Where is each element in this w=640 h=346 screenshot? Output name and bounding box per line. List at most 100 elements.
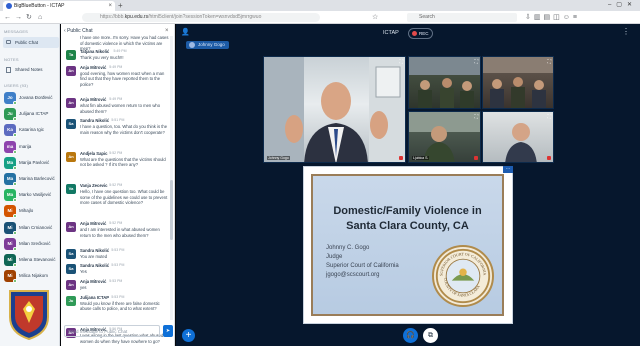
browser-tab[interactable]: BigBlueButton - ICTAP × <box>3 1 115 11</box>
user-list-item[interactable]: Mi Milan Srećković <box>3 237 59 251</box>
user-list-toggle-icon[interactable]: 👤 <box>181 29 190 37</box>
online-status-icon <box>13 101 17 105</box>
fullscreen-icon[interactable]: ⛶ <box>474 59 478 65</box>
fullscreen-icon[interactable]: ⛶ <box>547 59 551 65</box>
public-chat-item[interactable]: Public Chat <box>3 37 59 48</box>
user-list-item[interactable]: Ju Julijana ICTAP <box>3 107 59 122</box>
message-sender: Sandra Nikolić <box>80 118 110 124</box>
university-logo <box>9 290 49 341</box>
shared-notes-item[interactable]: Shared Notes <box>3 65 59 75</box>
user-list-item[interactable]: Mi Mihajlo <box>3 204 59 219</box>
message-avatar: An <box>66 151 76 162</box>
online-status-icon <box>13 230 17 235</box>
fullscreen-icon[interactable]: ⛶ <box>547 114 551 120</box>
notes-header: NOTES <box>4 57 19 62</box>
shared-notes-label: Shared Notes <box>15 67 43 72</box>
message-sender: Anja Mitrović <box>80 64 107 70</box>
message-avatar: An <box>66 65 76 76</box>
message-avatar: Va <box>66 184 76 194</box>
screen-share-button[interactable]: ⧉ <box>423 328 438 343</box>
send-message-button[interactable]: ➤ <box>163 325 173 337</box>
user-list-item[interactable]: Mi Milica Nijakom <box>3 269 59 284</box>
message-time: 5:49 PM <box>109 97 123 101</box>
message-time: 5:52 PM <box>109 150 123 155</box>
user-avatar: Ma <box>4 156 17 170</box>
reload-icon[interactable]: ↻ <box>26 11 32 24</box>
chat-close-icon[interactable]: × <box>165 27 169 35</box>
message-text: You are muted <box>80 253 108 259</box>
message-text: Hello, I have one question too. What cou… <box>80 189 168 206</box>
user-list-item[interactable]: Ka Katarina Igic <box>3 123 59 138</box>
online-status-icon <box>13 279 17 284</box>
user-list-item[interactable]: ma marija <box>3 140 59 154</box>
slide-options-icon[interactable]: ⋯ <box>503 166 513 173</box>
chat-header[interactable]: ‹ Public Chat × <box>64 27 169 35</box>
toolbar-extension-icons[interactable]: ⇩▥▤◫☺≡ <box>525 11 580 24</box>
video-label: Johnny Gogo <box>267 156 290 160</box>
user-name: Jovana Đorđević <box>19 95 53 100</box>
home-icon[interactable]: ⌂ <box>38 11 42 24</box>
user-list-item[interactable]: Mi Milena Stevanović <box>3 253 59 267</box>
message-sender: Julijana ICTAP <box>80 294 110 300</box>
user-name: Marija Pavlović <box>19 159 50 165</box>
speaker-figure <box>264 57 405 162</box>
user-avatar: Mi <box>4 254 17 267</box>
chat-input[interactable]: Send message to Public Chat <box>64 325 160 337</box>
user-name: Mihajlo <box>19 208 34 214</box>
user-name: Julijana ICTAP <box>19 111 49 117</box>
fullscreen-icon[interactable]: ⛶ <box>474 114 478 120</box>
message-avatar: An <box>66 222 76 232</box>
video-tile-man[interactable]: ⛶ <box>482 111 554 163</box>
video-tile-participant[interactable]: Ljubica S. ⛶ <box>408 111 481 163</box>
video-tile-classroom-1[interactable]: ⛶ <box>408 56 481 109</box>
back-icon[interactable]: ← <box>4 11 11 24</box>
chat-back-chevron-icon[interactable]: ‹ <box>64 28 66 34</box>
chat-input-placeholder: Send message to Public Chat <box>68 329 128 334</box>
user-avatar: Mi <box>4 270 17 284</box>
user-list-item[interactable]: Jo Jovana Đorđević <box>3 91 59 105</box>
message-sender: Anja Mitrović <box>80 279 107 284</box>
fullscreen-icon[interactable]: ⛶ <box>399 59 403 65</box>
message-text: Yes <box>80 269 87 275</box>
message-avatar: An <box>66 98 76 108</box>
online-status-icon <box>13 214 17 219</box>
user-avatar: ma <box>4 140 17 154</box>
video-tile-classroom-2[interactable]: ⛶ <box>482 56 554 109</box>
bookmark-star-icon[interactable]: ☆ <box>372 11 378 24</box>
chat-bubble-icon <box>6 40 11 44</box>
window-controls[interactable]: –▢✕ <box>608 0 637 11</box>
user-name: Marko Vasiljević <box>19 192 52 198</box>
message-time: 5:53 PM <box>109 279 123 283</box>
chat-scroll-thumb[interactable] <box>170 180 173 240</box>
mic-muted-icon <box>399 156 403 160</box>
tab-close-icon[interactable]: × <box>108 1 112 11</box>
user-name: Milica Nijakom <box>19 273 49 279</box>
online-status-icon <box>13 263 17 267</box>
slide-court: Superior Court of California <box>326 263 399 269</box>
message-text: and I am interested in what abused women… <box>80 227 160 238</box>
recording-indicator[interactable]: REC <box>408 28 433 39</box>
chat-scrollbar[interactable] <box>170 36 173 320</box>
actions-plus-button[interactable]: + <box>182 329 195 342</box>
browser-search-box[interactable]: Search <box>407 13 517 22</box>
messages-header: MESSAGES <box>4 29 29 34</box>
address-bar[interactable]: https://bbb.kpu.edu.rs/html5client/join?… <box>82 13 320 22</box>
user-list-item[interactable]: Ma Marija Pavlović <box>3 156 59 170</box>
video-tile-presenter[interactable]: Johnny Gogo ⛶ <box>263 56 406 163</box>
message-time: 5:53 PM <box>111 263 125 268</box>
headphones-audio-button[interactable]: 🎧 <box>403 328 418 343</box>
user-list-item[interactable]: Ma Marina Barlecović <box>3 172 59 186</box>
user-name: marija <box>19 143 32 149</box>
online-status-icon <box>13 133 17 138</box>
user-avatar: Jo <box>4 92 17 105</box>
slide-email: jgogo@scscourt.org <box>326 272 380 278</box>
new-tab-icon[interactable]: + <box>118 0 123 11</box>
user-list-item[interactable]: Ma Marko Vasiljević <box>3 188 59 203</box>
slide-role: Judge <box>326 254 343 260</box>
message-sender: Andjela Sapic <box>80 150 108 156</box>
slide-author: Johnny C. Gogo <box>326 245 370 251</box>
user-list-item[interactable]: Mi Milan Crnianović <box>3 221 59 235</box>
options-menu-icon[interactable]: ⋮ <box>622 27 630 37</box>
forward-icon[interactable]: → <box>15 11 22 24</box>
message-time: 5:52 PM <box>109 183 123 187</box>
